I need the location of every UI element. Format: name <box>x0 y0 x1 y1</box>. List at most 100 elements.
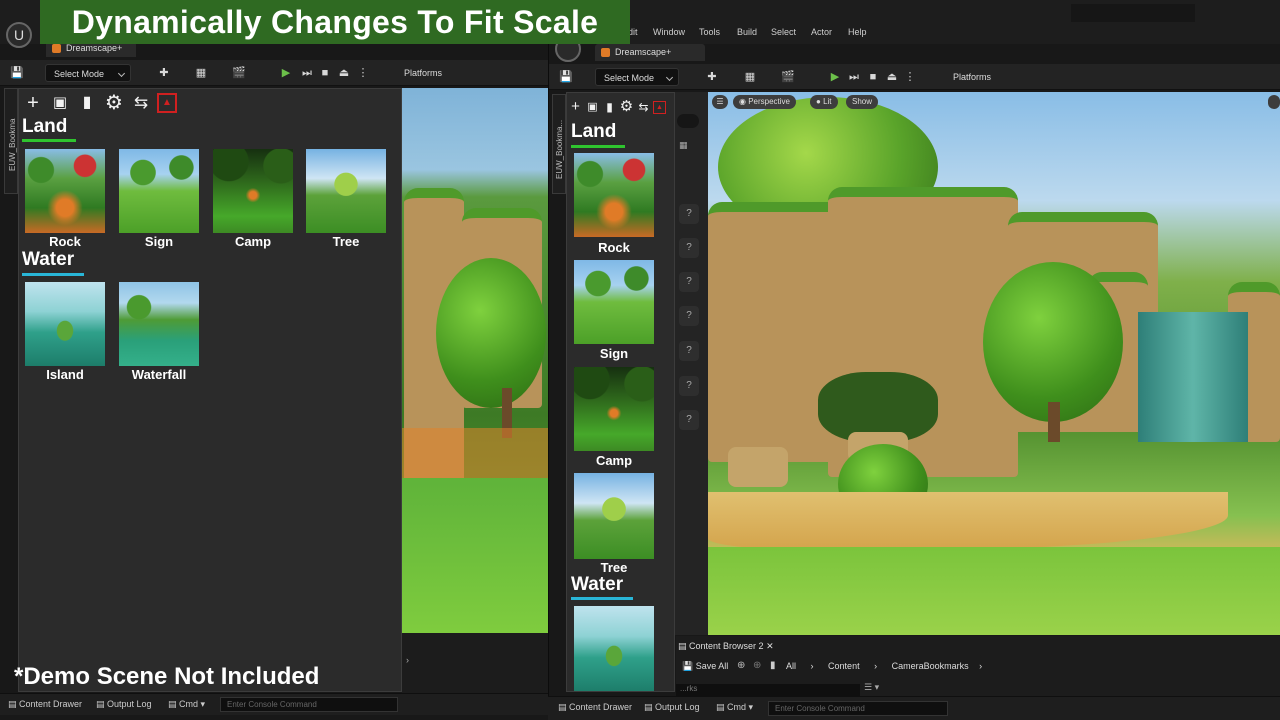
cinematics-icon[interactable]: 🎬 <box>228 64 250 82</box>
bookmark-tree[interactable]: Tree <box>306 149 386 249</box>
bookmark-label: Island <box>46 367 84 382</box>
bookmark-camp[interactable]: Camp <box>574 367 654 468</box>
search-field[interactable]: ...rks <box>676 684 860 696</box>
bookmark-sign[interactable]: Sign <box>574 260 654 361</box>
crumb-camerabookmarks[interactable]: CameraBookmarks <box>892 661 969 671</box>
snap-icon[interactable]: ▦ <box>739 68 761 86</box>
menu-build[interactable]: Build <box>737 27 757 37</box>
crumb-content[interactable]: Content <box>828 661 860 671</box>
content-drawer-button[interactable]: ▤ Content Drawer <box>558 702 632 713</box>
output-log-icon: ▤ <box>644 702 656 712</box>
add-actor-icon[interactable]: ✚ <box>701 68 723 86</box>
cmd-label: Cmd <box>179 699 199 709</box>
lit-label: Lit <box>823 97 832 106</box>
grass <box>708 547 1280 635</box>
path <box>708 492 1228 550</box>
help-icon[interactable]: ? <box>679 341 699 361</box>
outliner-filter-icon[interactable]: ▦ <box>679 140 688 151</box>
save-all-button[interactable]: 💾 Save All <box>682 661 728 672</box>
save-all-label: Save All <box>695 661 729 671</box>
filter-icon[interactable]: ☰ ▾ <box>864 682 879 693</box>
bookmark-sign[interactable]: Sign <box>119 149 199 249</box>
select-mode-dropdown[interactable]: Select Mode <box>45 64 131 82</box>
water-underline <box>22 273 84 276</box>
content-drawer-button[interactable]: ▤ Content Drawer <box>8 699 82 710</box>
menu-select[interactable]: Select <box>771 27 796 37</box>
lit-button[interactable]: ● Lit <box>810 95 838 109</box>
section-title-water: Water <box>22 249 75 270</box>
bookmark-island[interactable] <box>574 606 654 691</box>
land-underline <box>571 145 625 148</box>
show-button[interactable]: Show <box>846 95 879 109</box>
select-mode-dropdown[interactable]: Select Mode <box>595 68 679 86</box>
help-icon[interactable]: ? <box>679 376 699 396</box>
menu-tools[interactable]: Tools <box>699 27 720 37</box>
image-icon[interactable]: ▲ <box>653 100 666 114</box>
plus-icon[interactable]: + <box>22 92 44 114</box>
refresh-icon[interactable]: ⇆ <box>130 92 152 114</box>
outliner-search[interactable] <box>677 114 699 128</box>
help-icon[interactable]: ? <box>679 306 699 326</box>
toolbar-left: 💾 Select Mode ✚ ▦ 🎬 ▶ ⏭ ■ ⏏ ⋮ Platforms <box>0 60 548 86</box>
gear-icon[interactable]: ⚙ <box>619 96 634 118</box>
cmd-dropdown[interactable]: ▤ Cmd ▾ <box>168 699 205 710</box>
history-back-icon[interactable]: ⊕ <box>737 660 745 671</box>
menu-help[interactable]: Help <box>848 27 867 37</box>
menu-actor[interactable]: Actor <box>811 27 832 37</box>
output-log-button[interactable]: ▤ Output Log <box>96 699 152 710</box>
perspective-button[interactable]: ◉ Perspective <box>733 95 796 109</box>
save-icon[interactable]: 💾 <box>6 64 28 82</box>
console-input[interactable]: Enter Console Command <box>768 701 948 716</box>
content-drawer-icon: ▤ <box>558 702 570 712</box>
more-icon[interactable]: ⋮ <box>352 64 374 82</box>
help-icon[interactable]: ? <box>679 410 699 430</box>
content-browser-tab-label: Content Browser 2 <box>689 641 764 651</box>
bookmark-waterfall[interactable]: Waterfall <box>119 282 199 382</box>
bookmark-camp[interactable]: Camp <box>213 149 293 249</box>
gear-icon[interactable]: ⚙ <box>103 92 125 114</box>
folder-icon[interactable]: ▮ <box>602 96 617 118</box>
help-icon[interactable]: ? <box>679 204 699 224</box>
project-tab-label: Dreamscape+ <box>615 47 672 57</box>
viewport-left[interactable] <box>402 88 548 633</box>
refresh-icon[interactable]: ⇆ <box>636 96 651 118</box>
image-icon[interactable]: ▲ <box>157 93 177 113</box>
bookmark-label: Sign <box>144 234 174 249</box>
bookmark-rock[interactable]: Rock <box>25 149 105 249</box>
snap-icon[interactable]: ▦ <box>190 64 212 82</box>
cmd-dropdown[interactable]: ▤ Cmd ▾ <box>716 702 753 713</box>
add-actor-icon[interactable]: ✚ <box>153 64 175 82</box>
help-icon[interactable]: ? <box>679 238 699 258</box>
output-log-button[interactable]: ▤ Output Log <box>644 702 700 713</box>
bookmark-tree[interactable]: Tree <box>574 473 654 575</box>
bookmark-label: Sign <box>599 346 629 361</box>
bookmark-rock[interactable]: Rock <box>574 153 654 255</box>
platforms-dropdown[interactable]: Platforms <box>937 68 991 86</box>
side-tab-right[interactable]: EUW_Bookma... <box>552 94 566 194</box>
crumb-all[interactable]: All <box>786 661 796 671</box>
project-tab-left-label: Dreamscape+ <box>66 43 123 53</box>
side-tab-left[interactable]: EUW_Bookma <box>4 88 18 194</box>
help-icon[interactable]: ? <box>679 272 699 292</box>
console-input[interactable]: Enter Console Command <box>220 697 398 712</box>
play-button[interactable]: ▶ <box>275 64 297 82</box>
project-tab[interactable]: Dreamscape+ <box>595 44 705 61</box>
folder-icon[interactable]: ▮ <box>76 92 98 114</box>
viewport-right[interactable] <box>708 92 1280 635</box>
content-browser-tab[interactable]: ▤ Content Browser 2 ✕ <box>678 638 774 654</box>
viewport-options-right[interactable] <box>1268 95 1280 109</box>
menu-window[interactable]: Window <box>653 27 685 37</box>
save-icon[interactable]: 💾 <box>555 68 577 86</box>
cinematics-icon[interactable]: 🎬 <box>777 68 799 86</box>
viewport-menu-icon[interactable]: ☰ <box>712 95 728 109</box>
unreal-logo-icon[interactable]: U <box>6 22 32 48</box>
plus-icon[interactable]: + <box>568 96 583 118</box>
bookmark-island[interactable]: Island <box>25 282 105 382</box>
platforms-dropdown[interactable]: Platforms <box>390 64 442 82</box>
history-forward-icon[interactable]: ⊕ <box>753 660 761 671</box>
more-icon[interactable]: ⋮ <box>899 68 921 86</box>
camera-icon[interactable]: ▣ <box>49 92 71 114</box>
camera-icon[interactable]: ▣ <box>585 96 600 118</box>
section-title-land: Land <box>571 121 617 142</box>
folder-icon: ▮ <box>770 660 776 671</box>
